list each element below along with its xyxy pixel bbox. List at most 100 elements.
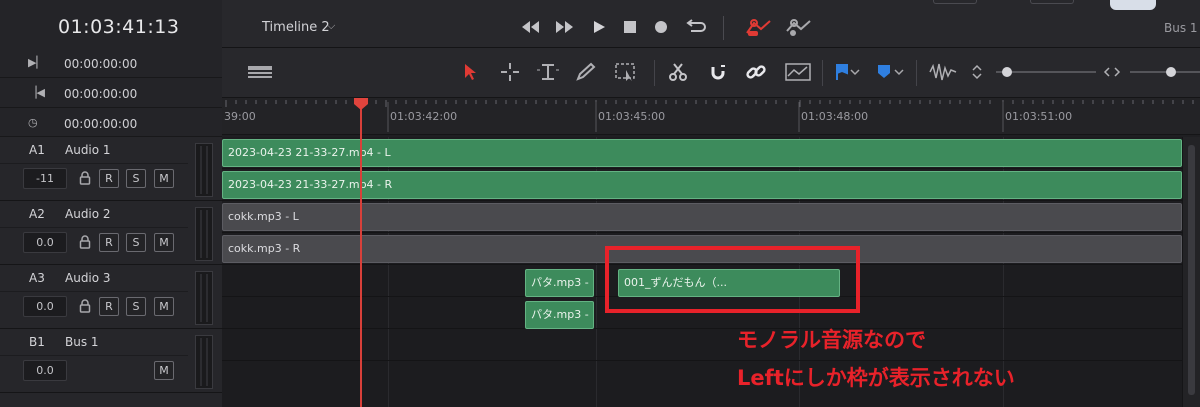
- track-volume-field[interactable]: 0.0: [23, 232, 67, 253]
- rewind-icon[interactable]: [519, 17, 541, 37]
- track-height-icon[interactable]: [246, 61, 274, 83]
- top-panel-tab[interactable]: [933, 0, 977, 4]
- bus-output-label: Bus 1: [1164, 21, 1198, 35]
- mute-button[interactable]: M: [154, 361, 174, 380]
- record-arm-button[interactable]: R: [99, 297, 119, 316]
- track-id: A1: [29, 143, 45, 157]
- scrollbar-thumb[interactable]: [1188, 145, 1195, 395]
- annotation-highlight-box: [605, 246, 860, 313]
- waveform-zoom-icon[interactable]: [928, 61, 958, 83]
- edit-selection-icon[interactable]: [536, 61, 560, 83]
- current-timecode: 01:03:41:13: [58, 16, 180, 38]
- playhead[interactable]: [360, 107, 362, 407]
- track-header-a3[interactable]: A3 Audio 3 0.0 R S M: [0, 265, 222, 329]
- ruler-label: 39:00: [224, 110, 256, 123]
- record-arm-button[interactable]: R: [99, 233, 119, 252]
- chevron-down-icon[interactable]: ⌵: [327, 19, 335, 33]
- linked-selection-icon[interactable]: [744, 61, 768, 83]
- track-name[interactable]: Audio 2: [65, 207, 111, 221]
- mute-button[interactable]: M: [154, 297, 174, 316]
- ruler-label: 01:03:48:00: [801, 110, 869, 123]
- mark-in-row[interactable]: ▶▏ 00:00:00:00: [0, 48, 222, 78]
- header-divider: [0, 291, 188, 292]
- automation-icon[interactable]: [744, 17, 774, 37]
- lock-icon[interactable]: [79, 171, 91, 185]
- annotation-text: モノラル音源なので: [737, 328, 926, 352]
- track-header-a2[interactable]: A2 Audio 2 0.0 R S M: [0, 201, 222, 265]
- annotation-text: Leftにしか枠が表示されない: [737, 366, 1015, 390]
- mark-out-row[interactable]: ▕◀ 00:00:00:00: [0, 78, 222, 108]
- razor-scissors-icon[interactable]: [666, 61, 690, 83]
- stop-icon[interactable]: [619, 17, 641, 37]
- track-name[interactable]: Audio 1: [65, 143, 111, 157]
- lock-icon[interactable]: [79, 299, 91, 313]
- track-level-meter: [195, 271, 213, 325]
- track-level-meter: [195, 207, 213, 261]
- playhead-handle-icon[interactable]: [353, 97, 369, 111]
- track-header-a1[interactable]: A1 Audio 1 -11 R S M: [0, 137, 222, 201]
- slider-handle[interactable]: [1166, 67, 1176, 77]
- track-name[interactable]: Audio 3: [65, 271, 111, 285]
- duration-row[interactable]: ◷ 00:00:00:00: [0, 108, 222, 137]
- vertical-zoom-icon[interactable]: [970, 61, 984, 83]
- slider-handle[interactable]: [1002, 67, 1012, 77]
- selection-pointer-icon[interactable]: [458, 61, 482, 83]
- timeline-selector[interactable]: Timeline 2: [262, 20, 330, 35]
- top-panel-tab[interactable]: [1030, 0, 1074, 4]
- track-level-meter: [195, 143, 213, 197]
- track-volume-field[interactable]: -11: [23, 168, 67, 189]
- audio-clip[interactable]: 2023-04-23 21-33-27.mp4 - L: [222, 139, 1182, 167]
- track-id: A2: [29, 207, 45, 221]
- automation-settings-icon[interactable]: [784, 17, 814, 37]
- solo-button[interactable]: S: [126, 297, 146, 316]
- bus-volume-field[interactable]: 0.0: [23, 360, 67, 381]
- mark-in-icon: ▶▏: [28, 56, 45, 69]
- mark-out-icon: ▕◀: [28, 86, 45, 99]
- pencil-draw-icon[interactable]: [574, 61, 598, 83]
- record-icon[interactable]: [650, 17, 672, 37]
- header-divider: [0, 355, 188, 356]
- track-header-b1[interactable]: B1 Bus 1 0.0 M: [0, 329, 222, 393]
- lock-icon[interactable]: [79, 235, 91, 249]
- ruler-label: 01:03:45:00: [598, 110, 666, 123]
- range-selection-icon[interactable]: [498, 61, 522, 83]
- toolbar-divider: [654, 60, 655, 86]
- header-divider: [0, 227, 188, 228]
- chevron-down-icon[interactable]: [892, 61, 906, 83]
- horizontal-zoom-icon[interactable]: [1102, 61, 1122, 83]
- solo-button[interactable]: S: [126, 169, 146, 188]
- mark-in-timecode: 00:00:00:00: [64, 57, 138, 71]
- track-volume-field[interactable]: 0.0: [23, 296, 67, 317]
- fast-forward-icon[interactable]: [554, 17, 576, 37]
- chevron-down-icon[interactable]: [848, 61, 862, 83]
- audio-clip[interactable]: パタ.mp3 - R: [525, 301, 594, 329]
- toolbar-divider: [822, 60, 823, 86]
- ruler-label: 01:03:51:00: [1005, 110, 1073, 123]
- audio-clip[interactable]: パタ.mp3 - L: [525, 269, 594, 297]
- audio-clip[interactable]: cokk.mp3 - L: [222, 203, 1182, 231]
- loop-icon[interactable]: [685, 17, 707, 37]
- solo-button[interactable]: S: [126, 233, 146, 252]
- play-icon[interactable]: [588, 17, 610, 37]
- mute-button[interactable]: M: [154, 233, 174, 252]
- track-id: B1: [29, 335, 45, 349]
- view-waveform-icon[interactable]: [784, 61, 812, 83]
- toolbar-divider: [723, 16, 724, 40]
- vertical-zoom-slider[interactable]: [996, 67, 1096, 77]
- snapping-magnet-icon[interactable]: [706, 61, 730, 83]
- mark-out-timecode: 00:00:00:00: [64, 87, 138, 101]
- resolve-fairlight-window: 01:03:41:13 Timeline 2 ⌵ Bus 1 ▶▏ 00:00:…: [0, 0, 1200, 407]
- track-name[interactable]: Bus 1: [65, 335, 99, 349]
- horizontal-zoom-slider[interactable]: [1130, 67, 1200, 77]
- vertical-scrollbar[interactable]: [1182, 137, 1200, 407]
- duration-timecode: 00:00:00:00: [64, 117, 138, 131]
- edit-toolbar: [222, 48, 1200, 98]
- mute-button[interactable]: M: [154, 169, 174, 188]
- zoom-select-icon[interactable]: [614, 61, 638, 83]
- avatar: [1110, 0, 1156, 10]
- ruler-label: 01:03:42:00: [390, 110, 458, 123]
- track-id: A3: [29, 271, 45, 285]
- record-arm-button[interactable]: R: [99, 169, 119, 188]
- track-lane-b1[interactable]: [222, 329, 1182, 361]
- audio-clip[interactable]: 2023-04-23 21-33-27.mp4 - R: [222, 171, 1182, 199]
